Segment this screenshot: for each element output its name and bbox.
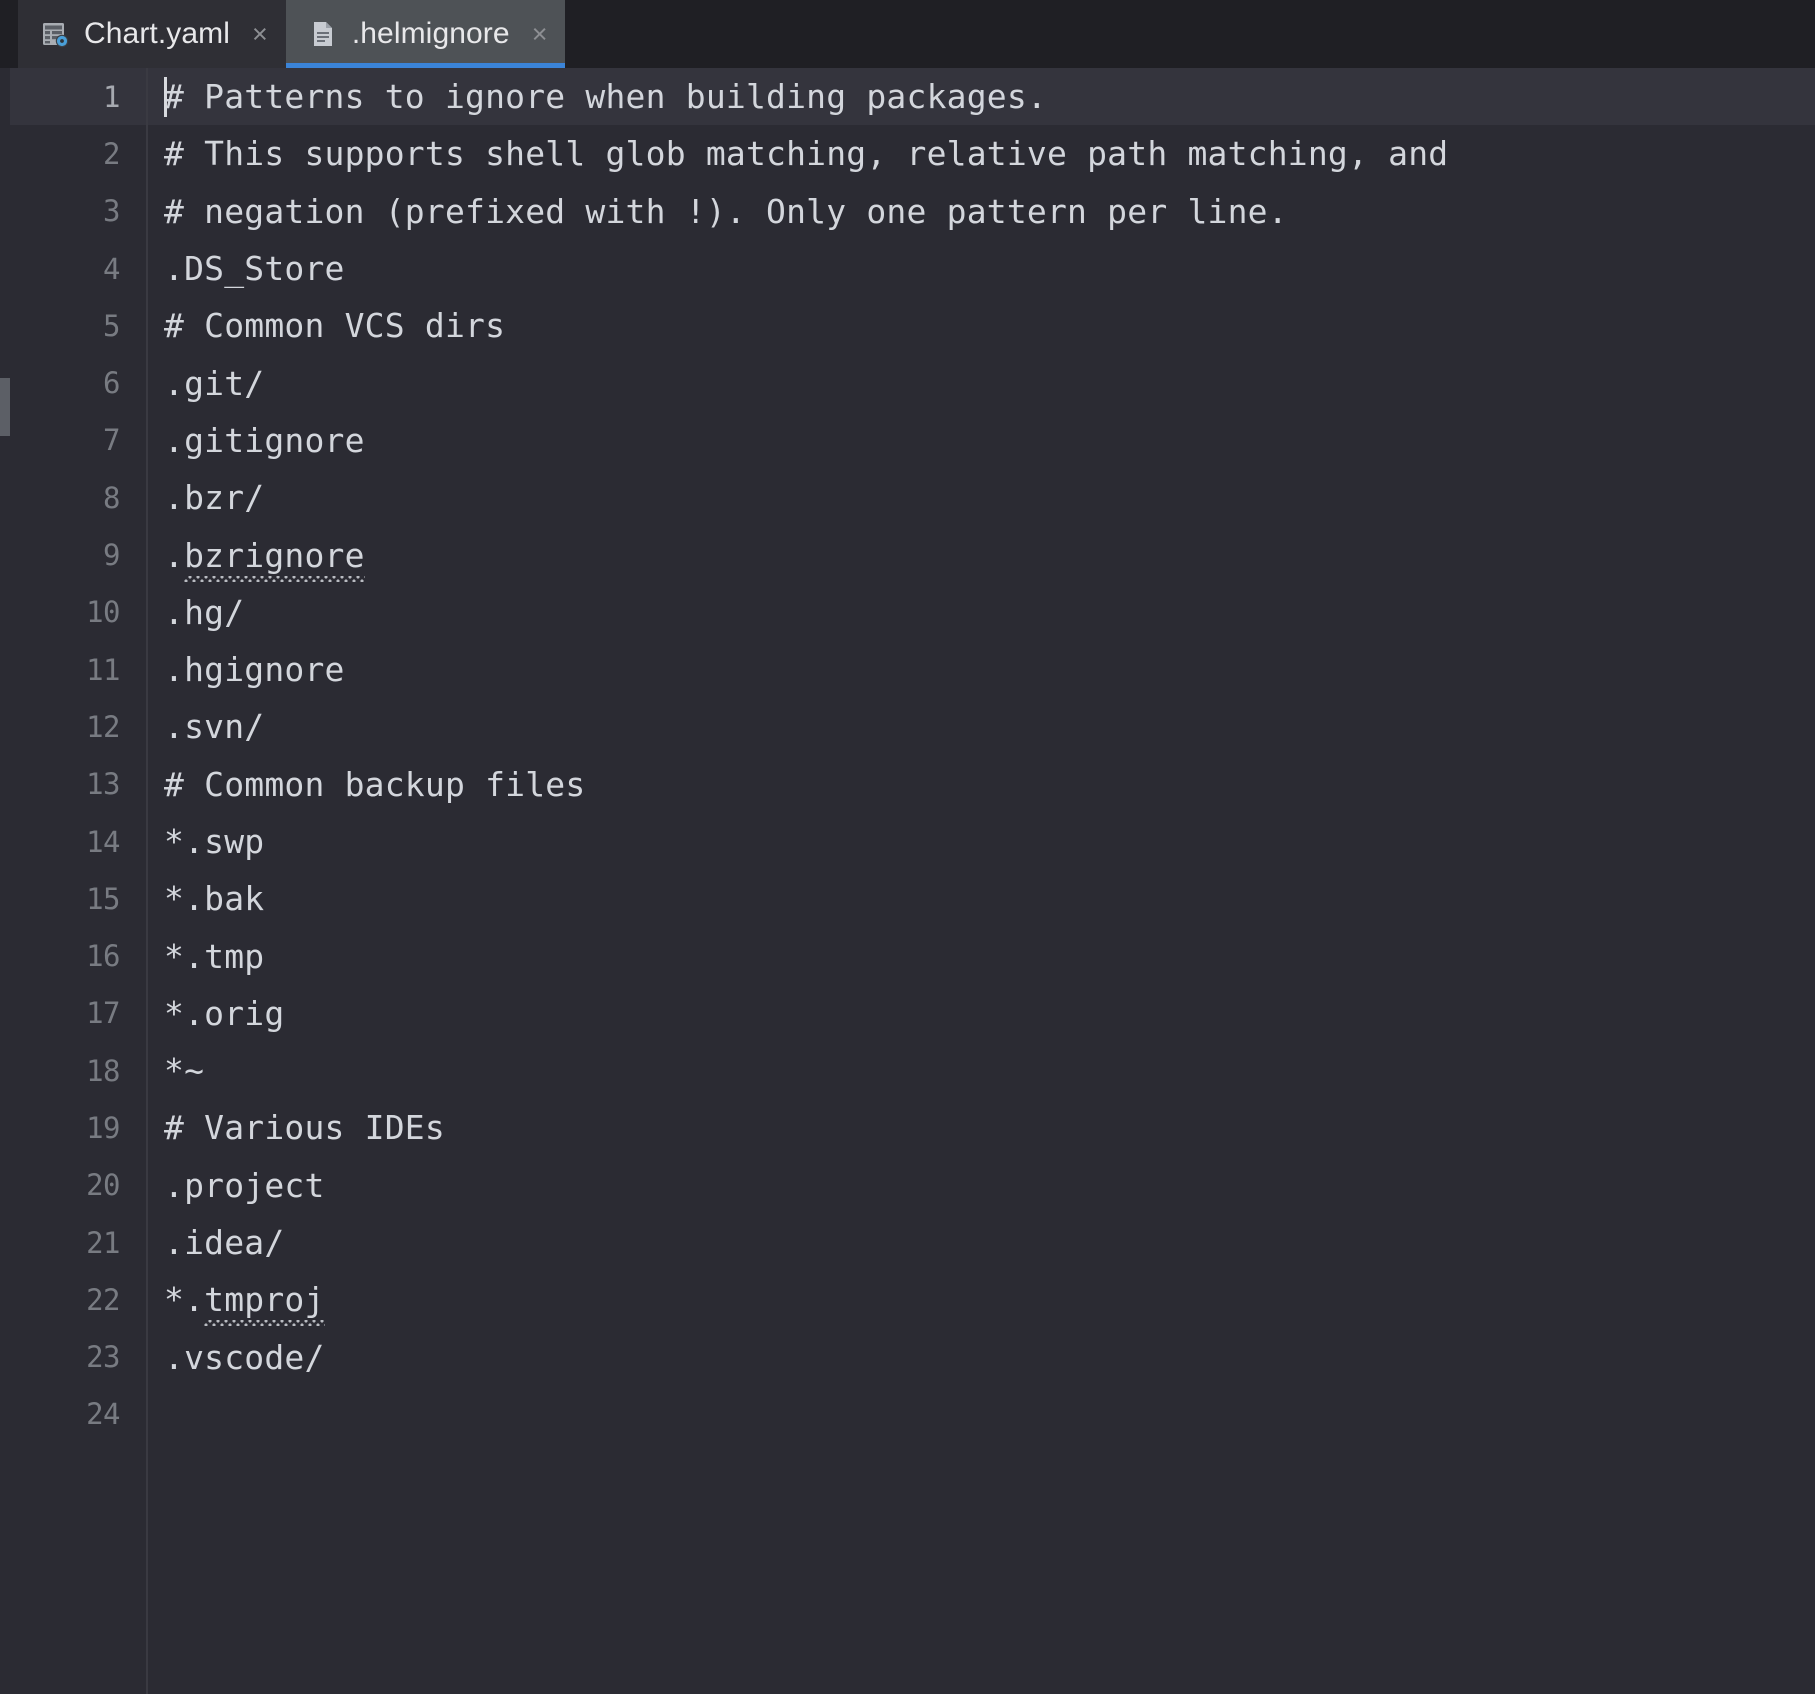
vertical-scrollbar[interactable] <box>0 68 10 1694</box>
tab-label: Chart.yaml <box>84 17 231 50</box>
line-number[interactable]: 20 <box>10 1157 146 1214</box>
line-number[interactable]: 4 <box>10 240 146 297</box>
line-number[interactable]: 5 <box>10 297 146 354</box>
text-file-icon <box>308 19 338 49</box>
code-text: . <box>164 535 185 575</box>
line-number[interactable]: 14 <box>10 813 146 870</box>
code-text: *.orig <box>164 993 285 1033</box>
code-line[interactable]: .DS_Store <box>148 240 1815 297</box>
line-number[interactable]: 2 <box>10 125 146 182</box>
editor-body: 1 2 3 4 5 6 7 8 9 10 11 12 13 14 15 16 17 18 19 20 21 22 23 24 … <box>0 68 1815 1694</box>
line-number[interactable]: 23 <box>10 1329 146 1386</box>
line-number[interactable]: 13 <box>10 756 146 813</box>
line-number[interactable]: 9 <box>10 526 146 583</box>
line-number[interactable]: 18 <box>10 1042 146 1099</box>
line-number[interactable]: 6 <box>10 354 146 411</box>
line-number-gutter[interactable]: 1 2 3 4 5 6 7 8 9 10 11 12 13 14 15 16 17 18 19 20 21 22 23 24 <box>10 68 148 1694</box>
close-icon[interactable]: × <box>252 20 268 48</box>
code-text: # Patterns to ignore when building packa… <box>164 77 1047 117</box>
code-line[interactable]: *.orig <box>148 985 1815 1042</box>
code-line[interactable]: # Patterns to ignore when building packa… <box>148 68 1815 126</box>
code-line[interactable]: # This supports shell glob matching, rel… <box>148 125 1815 182</box>
code-line[interactable]: *~ <box>148 1042 1815 1099</box>
code-line[interactable]: .svn/ <box>148 698 1815 755</box>
code-line[interactable]: .hg/ <box>148 584 1815 641</box>
line-number[interactable]: 21 <box>10 1214 146 1271</box>
code-line[interactable]: # Common backup files <box>148 756 1815 813</box>
code-line[interactable]: # Common VCS dirs <box>148 297 1815 354</box>
code-line[interactable]: .vscode/ <box>148 1329 1815 1386</box>
line-number[interactable]: 8 <box>10 469 146 526</box>
code-line[interactable]: . bzrignore <box>148 526 1815 583</box>
code-text: .vscode/ <box>164 1337 325 1377</box>
code-text: *.swp <box>164 822 265 861</box>
code-text: .git/ <box>164 363 265 403</box>
code-line[interactable]: .bzr/ <box>148 469 1815 526</box>
close-icon[interactable]: × <box>532 20 548 48</box>
line-number[interactable]: 12 <box>10 698 146 755</box>
code-line[interactable]: *.bak <box>148 870 1815 927</box>
tab-helmignore[interactable]: .helmignore × <box>285 0 566 68</box>
line-number[interactable]: 7 <box>10 412 146 469</box>
code-line[interactable] <box>148 1386 1815 1443</box>
scrollbar-thumb[interactable] <box>0 378 10 436</box>
code-text: .svn/ <box>164 707 265 747</box>
code-text: # Common VCS dirs <box>164 306 506 346</box>
line-number[interactable]: 1 <box>10 68 146 126</box>
code-text: .gitignore <box>164 420 365 460</box>
editor-tab-bar: Chart.yaml × .helmignore × <box>0 0 1815 68</box>
code-line[interactable]: *.tmp <box>148 927 1815 984</box>
code-text: .bzr/ <box>164 478 265 518</box>
spelling-error-text: bzrignore <box>184 535 365 582</box>
code-text: # negation (prefixed with !). Only one p… <box>164 191 1288 231</box>
line-number[interactable]: 10 <box>10 584 146 641</box>
line-number[interactable]: 3 <box>10 183 146 240</box>
code-text: *.bak <box>164 879 265 919</box>
yaml-config-file-icon <box>40 19 70 49</box>
code-line[interactable]: .git/ <box>148 354 1815 411</box>
code-text: # This supports shell glob matching, rel… <box>164 134 1449 174</box>
code-line[interactable]: .gitignore <box>148 412 1815 469</box>
line-number[interactable]: 19 <box>10 1099 146 1156</box>
line-number[interactable]: 17 <box>10 985 146 1042</box>
line-number[interactable]: 11 <box>10 641 146 698</box>
code-text: *~ <box>164 1051 205 1091</box>
line-number[interactable]: 22 <box>10 1271 146 1328</box>
code-text: # Common backup files <box>164 764 586 804</box>
code-line[interactable]: *.swp <box>148 813 1815 870</box>
code-text: .hg/ <box>164 592 245 632</box>
code-line[interactable]: .hgignore <box>148 641 1815 698</box>
line-number[interactable]: 16 <box>10 927 146 984</box>
code-text: .project <box>164 1165 325 1205</box>
code-text: .idea/ <box>164 1223 285 1263</box>
tab-label: .helmignore <box>351 17 510 50</box>
code-line[interactable]: .project <box>148 1157 1815 1214</box>
code-area[interactable]: # Patterns to ignore when building packa… <box>148 68 1815 1694</box>
code-text: *.tmp <box>164 936 265 976</box>
code-line[interactable]: # negation (prefixed with !). Only one p… <box>148 183 1815 240</box>
text-caret <box>164 77 167 117</box>
code-line[interactable]: .idea/ <box>148 1214 1815 1271</box>
spelling-error-text: tmproj <box>204 1280 325 1327</box>
code-line[interactable]: # Various IDEs <box>148 1099 1815 1156</box>
editor-window: Chart.yaml × .helmignore × 1 2 3 4 5 6 7 8 9 10 <box>0 0 1815 1694</box>
code-text: *. <box>164 1280 205 1320</box>
line-number[interactable]: 15 <box>10 870 146 927</box>
code-text: .DS_Store <box>164 249 345 289</box>
line-number[interactable]: 24 <box>10 1386 146 1443</box>
code-line[interactable]: *. tmproj <box>148 1271 1815 1328</box>
code-text: # Various IDEs <box>164 1108 445 1148</box>
tab-chart-yaml[interactable]: Chart.yaml × <box>18 0 286 68</box>
code-text: .hgignore <box>164 650 345 690</box>
